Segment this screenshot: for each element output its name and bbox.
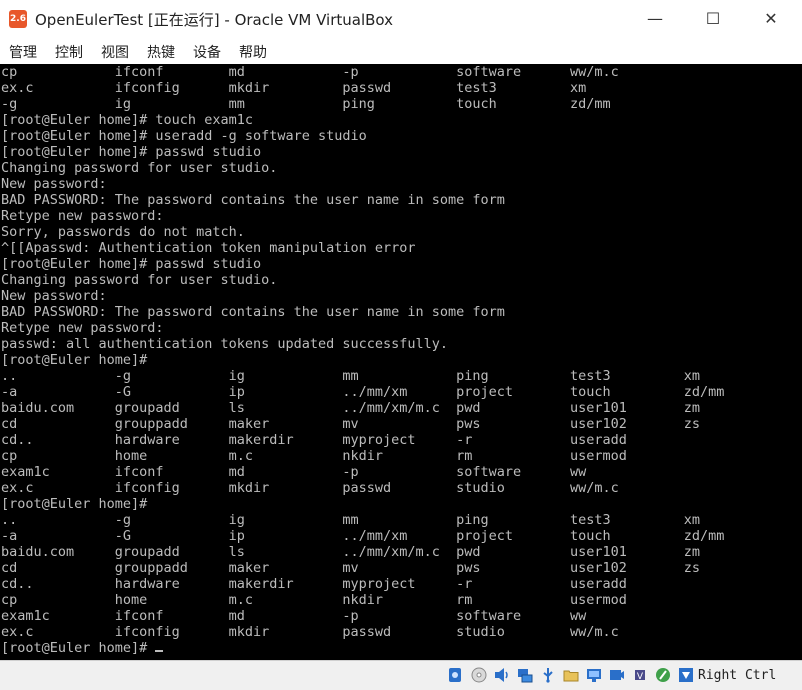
maximize-button[interactable]: ☐ xyxy=(684,0,742,38)
cpu-vt-icon[interactable]: V xyxy=(632,667,648,683)
menu-bar: 管理 控制 视图 热键 设备 帮助 xyxy=(0,38,802,64)
window-title: OpenEulerTest [正在运行] - Oracle VM Virtual… xyxy=(35,11,394,29)
virtualbox-app-icon: 2.6 xyxy=(9,10,27,28)
network-icon[interactable] xyxy=(517,667,533,683)
host-key-label: Right Ctrl xyxy=(698,668,777,683)
vm-console[interactable]: cp ifconf md -p software ww/m.c ex.c ifc… xyxy=(0,64,802,660)
shared-folders-icon[interactable] xyxy=(563,667,579,683)
title-bar: 2.6 OpenEulerTest [正在运行] - Oracle VM Vir… xyxy=(0,0,802,38)
close-button[interactable]: ✕ xyxy=(742,0,800,38)
hard-disk-icon[interactable] xyxy=(447,667,463,683)
svg-text:V: V xyxy=(637,672,644,682)
optical-drive-icon[interactable] xyxy=(471,667,487,683)
keyboard-capture-icon[interactable] xyxy=(678,667,694,683)
display-icon[interactable] xyxy=(586,667,602,683)
menu-manage[interactable]: 管理 xyxy=(9,42,37,62)
menu-control[interactable]: 控制 xyxy=(55,42,83,62)
terminal-output: cp ifconf md -p software ww/m.c ex.c ifc… xyxy=(1,64,724,656)
menu-view[interactable]: 视图 xyxy=(101,42,129,62)
menu-devices[interactable]: 设备 xyxy=(193,42,221,62)
audio-icon[interactable] xyxy=(494,667,510,683)
menu-help[interactable]: 帮助 xyxy=(239,42,267,62)
video-capture-icon[interactable] xyxy=(609,667,625,683)
minimize-button[interactable]: — xyxy=(626,0,684,38)
mouse-integration-icon[interactable] xyxy=(655,667,671,683)
status-bar: V Right Ctrl xyxy=(0,660,802,690)
text-cursor xyxy=(155,650,164,652)
menu-hotkey[interactable]: 热键 xyxy=(147,42,175,62)
usb-icon[interactable] xyxy=(540,667,556,683)
terminal-text: cp ifconf md -p software ww/m.c ex.c ifc… xyxy=(1,64,725,656)
